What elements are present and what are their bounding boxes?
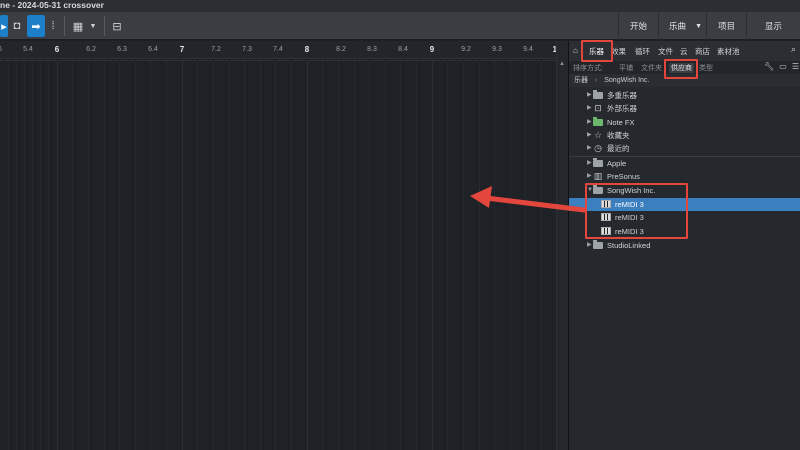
annotation-arrow bbox=[470, 186, 587, 213]
